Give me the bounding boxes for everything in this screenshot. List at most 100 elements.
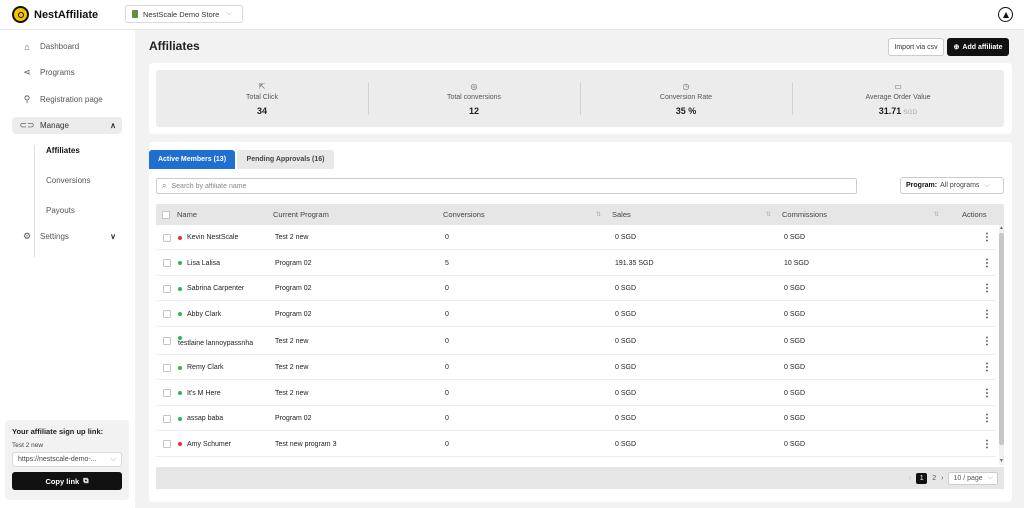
plus-circle-icon: ⊕ — [953, 44, 960, 51]
copy-link-button[interactable]: Copy link ⧉ — [12, 472, 122, 490]
table-row[interactable]: Sabrina Carpenter Program 02 0 0 SGD 0 SGD ⋮ — [156, 276, 996, 301]
wallet-icon: ▭ — [894, 81, 902, 91]
sales-cell: 0 SGD — [615, 310, 637, 318]
program-cell: Test 2 new — [275, 234, 309, 241]
sort-icon[interactable]: ⇅ — [766, 211, 771, 218]
program-filter-label: Program: — [906, 182, 938, 189]
import-csv-button[interactable]: Import via csv — [888, 38, 944, 56]
tab-pending-approvals[interactable]: Pending Approvals (16) — [237, 150, 334, 169]
affiliate-name-cell[interactable]: testlaine lannoypassnha — [178, 327, 253, 355]
affiliate-name-cell[interactable]: Lisa Lalisa — [178, 250, 220, 276]
header-sales: Sales — [612, 210, 631, 219]
sales-cell: 0 SGD — [615, 389, 637, 397]
sidebar-item-manage[interactable]: ⊂⊃ Manage ∧ — [12, 117, 122, 134]
affiliate-name-cell[interactable]: Remy Clark — [178, 355, 224, 380]
conversions-cell: 0 — [445, 310, 449, 318]
page-current[interactable]: 1 — [916, 472, 928, 484]
prev-page-icon[interactable]: ‹ — [909, 475, 911, 482]
row-checkbox[interactable] — [163, 276, 171, 301]
scroll-down-icon[interactable]: ▼ — [999, 458, 1004, 464]
table-row[interactable]: Remy Clark Test 2 new 0 0 SGD 0 SGD ⋮ — [156, 355, 996, 380]
page-next-number[interactable]: 2 — [932, 475, 936, 482]
table-row[interactable]: Lisa Lalisa Program 02 5 191.35 SGD 10 SGD ⋮ — [156, 250, 996, 276]
program-cell: Test 2 new — [275, 364, 309, 371]
top-bar: NestAffiliate NestScale Demo Store ⌵ — [0, 0, 1024, 30]
sidebar-item-registration[interactable]: ⚲ Registration page — [12, 91, 122, 108]
signup-link-panel: Your affiliate sign up link: Test 2 new … — [5, 420, 129, 500]
row-checkbox[interactable] — [163, 225, 171, 250]
app-logo[interactable]: NestAffiliate — [12, 6, 98, 23]
store-selector[interactable]: NestScale Demo Store ⌵ — [125, 5, 243, 23]
conversions-cell: 0 — [445, 234, 449, 241]
sidebar-subitem-conversions[interactable]: Conversions — [46, 176, 90, 185]
scrollbar-thumb[interactable] — [999, 233, 1004, 445]
conversions-cell: 0 — [445, 415, 449, 422]
signup-link-select[interactable]: https://nestscale-demo-... ⌵ — [12, 452, 122, 467]
status-dot — [178, 261, 182, 265]
table-row[interactable]: assap baba Program 02 0 0 SGD 0 SGD ⋮ — [156, 406, 996, 431]
sidebar-item-programs[interactable]: ⋖ Programs — [12, 64, 122, 81]
affiliate-name-cell[interactable]: assap baba — [178, 406, 223, 431]
sidebar-subitem-payouts[interactable]: Payouts — [46, 206, 75, 215]
home-icon: ⌂ — [24, 41, 30, 52]
table-row[interactable]: Amy Schumer Test new program 3 0 0 SGD 0 SGD… — [156, 431, 996, 457]
sales-cell: 0 SGD — [615, 440, 637, 448]
more-actions-icon[interactable]: ⋮ — [982, 276, 992, 301]
affiliate-name-cell[interactable]: Sabrina Carpenter — [178, 276, 244, 301]
affiliate-name-cell[interactable]: It's M Here — [178, 380, 221, 406]
affiliate-name-cell[interactable]: Amy Schumer — [178, 431, 231, 457]
sidebar-subitem-affiliates[interactable]: Affiliates — [46, 146, 80, 155]
program-filter[interactable]: Program: All programs ⌵ — [900, 177, 1004, 194]
stat-label: Total Click — [246, 93, 278, 101]
more-actions-icon[interactable]: ⋮ — [982, 225, 992, 250]
sales-cell: 0 SGD — [615, 415, 637, 422]
more-actions-icon[interactable]: ⋮ — [982, 431, 992, 457]
more-actions-icon[interactable]: ⋮ — [982, 301, 992, 327]
more-actions-icon[interactable]: ⋮ — [982, 355, 992, 380]
row-checkbox[interactable] — [163, 301, 171, 327]
row-checkbox[interactable] — [163, 406, 171, 431]
table-row[interactable]: Kevin NestScale Test 2 new 0 0 SGD 0 SGD ⋮ — [156, 225, 996, 250]
tab-active-members[interactable]: Active Members (13) — [149, 150, 235, 169]
row-checkbox[interactable] — [163, 380, 171, 406]
sort-icon[interactable]: ⇅ — [934, 211, 939, 218]
sidebar-item-dashboard[interactable]: ⌂ Dashboard — [12, 38, 122, 55]
external-link-icon: ⧉ — [83, 476, 89, 485]
table-row[interactable]: testlaine lannoypassnha Test 2 new 0 0 SGD 0… — [156, 327, 996, 355]
program-cell: Program 02 — [275, 310, 312, 318]
more-actions-icon[interactable]: ⋮ — [982, 406, 992, 431]
table-row[interactable]: It's M Here Test 2 new 0 0 SGD 0 SGD ⋮ — [156, 380, 996, 406]
affiliate-name-cell[interactable]: Kevin NestScale — [178, 225, 238, 250]
scroll-up-icon[interactable]: ▲ — [999, 225, 1004, 231]
next-page-icon[interactable]: › — [941, 475, 943, 482]
more-actions-icon[interactable]: ⋮ — [982, 327, 992, 355]
page-size-select[interactable]: 10 / page ⌵ — [948, 471, 998, 485]
sidebar-item-label: Settings — [40, 232, 69, 241]
sidebar-item-label: Dashboard — [40, 42, 80, 51]
search-input[interactable] — [171, 182, 772, 190]
affiliate-name: assap baba — [187, 415, 224, 422]
table-header: Name Current Program Conversions ⇅ Sales… — [156, 204, 1004, 225]
table-row[interactable]: Abby Clark Program 02 0 0 SGD 0 SGD ⋮ — [156, 301, 996, 327]
stat-unit: SGD — [903, 108, 918, 116]
search-box: ⌕ — [156, 178, 857, 194]
stats-row: ⇱ Total Click 34 ◎ Total conversions 12 … — [156, 70, 1004, 127]
chevron-up-icon: ∧ — [110, 121, 116, 130]
row-checkbox[interactable] — [163, 431, 171, 457]
more-actions-icon[interactable]: ⋮ — [982, 380, 992, 406]
affiliate-name-cell[interactable]: Abby Clark — [178, 301, 221, 327]
row-checkbox[interactable] — [163, 327, 171, 355]
conversions-cell: 0 — [445, 364, 449, 371]
sidebar-item-label: Programs — [40, 68, 75, 77]
row-checkbox[interactable] — [163, 250, 171, 276]
select-all-checkbox[interactable] — [162, 210, 170, 219]
affiliate-name: Kevin NestScale — [187, 234, 239, 241]
more-actions-icon[interactable]: ⋮ — [982, 250, 992, 276]
affiliate-name: Amy Schumer — [187, 440, 231, 448]
sort-icon[interactable]: ⇅ — [596, 211, 601, 218]
add-affiliate-button[interactable]: ⊕ Add affiliate — [947, 38, 1009, 56]
sidebar-item-settings[interactable]: ⚙ Settings ∨ — [12, 228, 122, 245]
account-icon[interactable] — [998, 7, 1013, 22]
row-checkbox[interactable] — [163, 355, 171, 380]
cursor-icon: ⇱ — [258, 81, 266, 91]
